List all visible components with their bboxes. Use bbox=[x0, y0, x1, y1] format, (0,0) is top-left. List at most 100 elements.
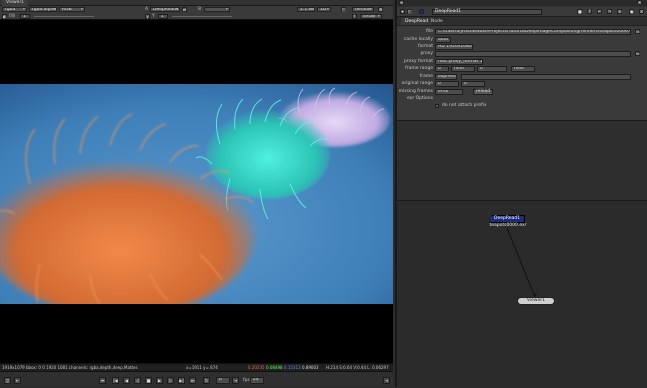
gamma-field[interactable]: 1 bbox=[158, 14, 168, 19]
layer-dropdown[interactable]: rgba.alpha ▾ bbox=[29, 7, 57, 12]
play-forward-icon[interactable]: ▶ bbox=[156, 377, 163, 384]
tab-node[interactable]: Node bbox=[427, 18, 447, 25]
stop-icon[interactable]: ■ bbox=[145, 377, 152, 384]
viewer-toolbar-secondary: ◐ f/8 1 γ Y 1 ! sRGB ▾ bbox=[0, 13, 393, 20]
colorspace-value: sRGB bbox=[363, 14, 376, 19]
rendered-image[interactable] bbox=[0, 84, 393, 304]
frame-field[interactable]: 0 bbox=[216, 377, 230, 384]
do-not-attach-prefix-checkbox[interactable] bbox=[435, 104, 439, 108]
step-back-icon[interactable]: ◀ bbox=[123, 377, 130, 384]
frame-range-end-field[interactable]: 0 bbox=[477, 66, 507, 72]
zoom-dropdown[interactable]: 1:1.65 ▾ bbox=[297, 7, 315, 12]
properties-empty-area bbox=[397, 120, 647, 200]
folder-icon[interactable]: ▭ bbox=[635, 51, 640, 56]
pane-menu-icon[interactable]: ≡ bbox=[399, 0, 404, 5]
clip-warning-icon[interactable]: ! bbox=[352, 14, 357, 19]
playback-range-icon[interactable]: ◫ bbox=[4, 377, 11, 384]
cache-locally-dropdown[interactable]: auto bbox=[435, 37, 451, 43]
frame-label: frame bbox=[419, 74, 433, 79]
format-label: format bbox=[417, 44, 433, 49]
do-not-attach-prefix-label: do not attach prefix bbox=[442, 103, 487, 108]
channels-dropdown[interactable]: rgba ▾ bbox=[2, 7, 27, 12]
original-range-start-field[interactable]: 0 bbox=[435, 81, 459, 87]
format-dropdown[interactable]: HD 1920x1080 bbox=[435, 44, 473, 50]
undo-icon[interactable]: ↶ bbox=[597, 9, 602, 14]
frame-increment-icon[interactable]: ⇥ bbox=[232, 377, 239, 384]
missing-frames-label: missing frames bbox=[398, 89, 433, 94]
gamma-slider[interactable] bbox=[172, 16, 232, 17]
chevron-down-icon: ▾ bbox=[52, 7, 55, 12]
viewer-statusbar: 1919x1079 bbox: 0 0 1920 1081 channels: … bbox=[0, 363, 393, 371]
proxy-dropdown[interactable]: 1D ▾ bbox=[317, 7, 331, 12]
proxy-format-label: proxy format bbox=[404, 59, 433, 64]
viewer-node[interactable]: Viewer1 bbox=[517, 297, 555, 305]
folder-icon[interactable]: ▭ bbox=[635, 29, 640, 34]
next-keyframe-icon[interactable]: ▶| bbox=[178, 377, 185, 384]
input-b-dropdown[interactable]: ▾ bbox=[204, 7, 230, 12]
file-label: file bbox=[426, 29, 433, 34]
fps-field[interactable]: 24 bbox=[250, 377, 264, 384]
roi-icon[interactable]: ▢ bbox=[341, 7, 346, 12]
node-name-field[interactable]: DeepRead1 bbox=[432, 9, 542, 15]
frame-range-start-field[interactable]: 0 bbox=[435, 66, 449, 72]
reload-button[interactable]: reload bbox=[473, 89, 493, 95]
knob-panel: file C:/USERS/JASON/Nuke/Projects/Tutori… bbox=[397, 25, 647, 120]
chevron-down-icon: ▾ bbox=[225, 7, 228, 12]
frame-range-label: frame range bbox=[405, 66, 433, 71]
prev-keyframe-icon[interactable]: |◀ bbox=[112, 377, 119, 384]
chevron-down-icon: ▾ bbox=[22, 7, 25, 12]
close-pane-icon[interactable]: ✕ bbox=[637, 0, 642, 5]
gamma-icon[interactable]: γ bbox=[145, 14, 150, 19]
loop-mode-icon[interactable]: ↻ bbox=[203, 377, 210, 384]
fstop-icon[interactable]: ◐ bbox=[2, 14, 7, 19]
deepread-node[interactable]: DeepRead1 bbox=[489, 215, 525, 223]
frame-range-start-mode[interactable]: hold bbox=[451, 66, 475, 72]
viewer-pane: Viewer1 rgba ▾ rgba.alpha ▾ RGB ▾ A DeepRea… bbox=[0, 0, 393, 387]
float-icon[interactable]: □ bbox=[407, 9, 412, 14]
last-frame-icon[interactable]: ⏭ bbox=[189, 377, 196, 384]
input-a-dropdown[interactable]: DeepRead1 ▾ bbox=[150, 7, 180, 12]
proxy-field[interactable] bbox=[435, 51, 631, 57]
revert-icon[interactable]: ⟲ bbox=[617, 9, 622, 14]
lut-value: default bbox=[355, 7, 371, 12]
deepread-file-label: teapots0000.exr bbox=[489, 223, 527, 228]
first-frame-icon[interactable]: ⏮ bbox=[99, 377, 106, 384]
gamma-label: Y bbox=[152, 14, 155, 19]
frame-mode-dropdown[interactable]: expression bbox=[435, 74, 457, 80]
colorspace-dropdown[interactable]: sRGB ▾ bbox=[360, 14, 382, 19]
chevron-down-icon: ▾ bbox=[377, 14, 380, 19]
file-field[interactable]: C:/USERS/JASON/Nuke/Projects/TutorialDee… bbox=[435, 29, 631, 35]
chevron-down-icon: ▾ bbox=[80, 7, 83, 12]
close-icon[interactable]: ✕ bbox=[639, 9, 644, 14]
viewer-timeline: ◫ ⇤ ⏮ |◀ ◀ ◁ ■ ▶ ▷ ▶| ⏭ ↻ 0 ⇥ fps 24 ⇥ bbox=[0, 371, 393, 387]
gain-slider[interactable] bbox=[34, 16, 94, 17]
missing-frames-dropdown[interactable]: error bbox=[435, 89, 463, 95]
lut-dropdown[interactable]: default ▾ bbox=[352, 7, 374, 12]
maximize-icon[interactable]: ▣ bbox=[629, 9, 634, 14]
display-dropdown[interactable]: RGB ▾ bbox=[59, 7, 85, 12]
swap-inputs-icon[interactable]: ⇄ bbox=[182, 7, 187, 12]
node-color-icon[interactable] bbox=[419, 9, 424, 14]
frame-range-end-mode[interactable]: hold bbox=[511, 66, 535, 72]
collapse-icon[interactable]: ▾ bbox=[400, 9, 405, 14]
cache-locally-label: cache locally bbox=[403, 37, 433, 42]
original-range-end-field[interactable]: 0 bbox=[461, 81, 485, 87]
properties-tabs: DeepRead Node bbox=[397, 18, 647, 25]
help-icon[interactable]: ? bbox=[587, 9, 592, 14]
properties-pane: ≡ ✕ ▾ □ DeepRead1 ■ ? ↶ ↷ ⟲ ▣ ✕ DeepRead… bbox=[395, 0, 647, 200]
node-graph[interactable]: DeepRead1 teapots0000.exr Viewer1 bbox=[395, 200, 647, 387]
in-point-icon[interactable]: ⇤ bbox=[14, 377, 21, 384]
chevron-down-icon: ▾ bbox=[175, 7, 178, 12]
redo-icon[interactable]: ↷ bbox=[607, 9, 612, 14]
settings-icon[interactable]: ⚙ bbox=[378, 7, 383, 12]
node-color-swatch-icon[interactable]: ■ bbox=[577, 9, 582, 14]
properties-tabbar: ≡ ✕ bbox=[397, 0, 647, 6]
gain-field[interactable]: 1 bbox=[20, 14, 30, 19]
fps-label: fps bbox=[243, 378, 250, 383]
proxy-format-dropdown[interactable]: root.proxy_format 1024x778 bbox=[435, 59, 483, 65]
chevron-down-icon: ▾ bbox=[369, 7, 372, 12]
frame-expression-field[interactable] bbox=[461, 74, 631, 80]
out-point-icon[interactable]: ⇥ bbox=[383, 377, 390, 384]
step-forward-icon[interactable]: ▷ bbox=[167, 377, 174, 384]
play-backward-icon[interactable]: ◁ bbox=[134, 377, 141, 384]
